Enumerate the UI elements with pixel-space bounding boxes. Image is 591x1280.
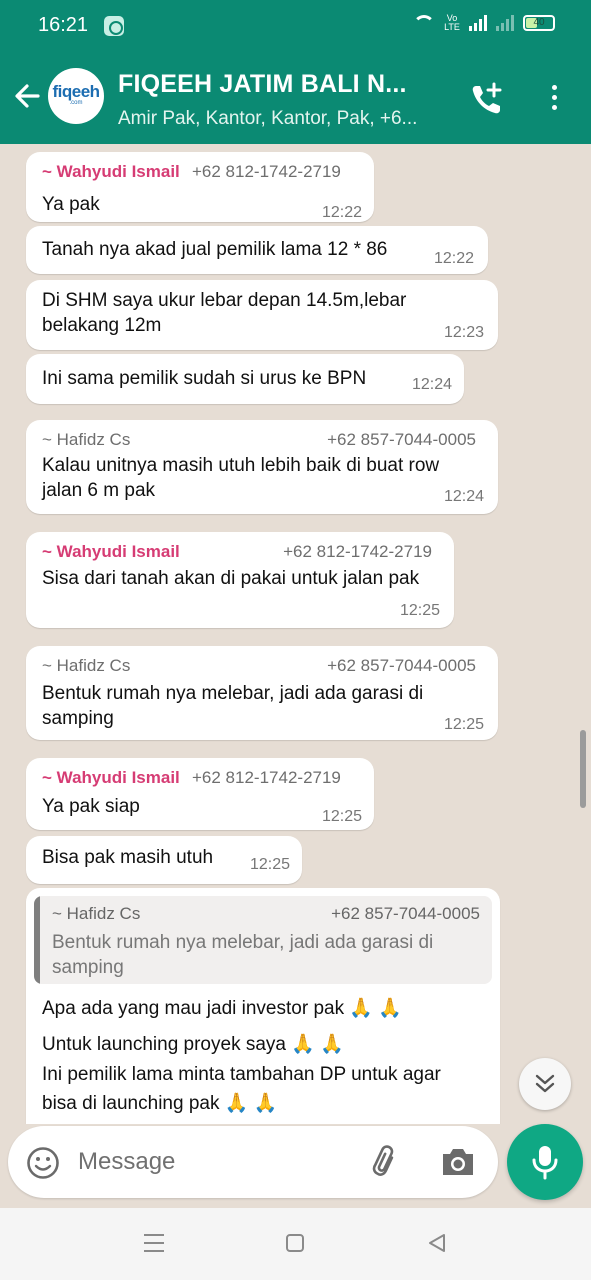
recent-apps-icon[interactable] (144, 1234, 164, 1252)
chat-title[interactable]: FIQEEH JATIM BALI N... (118, 70, 448, 99)
status-time: 16:21 (38, 14, 89, 36)
message-text: Tanah nya akad jual pemilik lama 12 * 86 (42, 239, 388, 260)
paperclip-icon[interactable] (368, 1144, 404, 1180)
message-text: Bentuk rumah nya melebar, jadi ada garas… (42, 683, 424, 704)
group-avatar[interactable]: fiqeeh .com (48, 68, 104, 124)
message-text: Ya pak (42, 194, 100, 215)
message-bubble[interactable]: Di SHM saya ukur lebar depan 14.5m,lebar… (26, 280, 498, 350)
message-sender[interactable]: ~ Wahyudi Ismail (42, 162, 180, 182)
wifi-icon (413, 15, 435, 31)
signal-icon (469, 15, 487, 31)
message-time: 12:22 (321, 204, 362, 221)
message-input[interactable] (78, 1144, 348, 1180)
message-time: 12:25 (321, 808, 362, 825)
signal-icon-sim2 (496, 15, 514, 31)
message-text: Bisa pak masih utuh (42, 847, 214, 868)
add-call-icon[interactable] (468, 80, 506, 118)
scroll-to-bottom-button[interactable] (519, 1058, 571, 1110)
status-bar: 16:21 Vo LTE 40 (0, 0, 591, 52)
message-bubble[interactable]: ~ Hafidz Cs +62 857-7044-0005 Kalau unit… (26, 420, 498, 514)
system-nav-bar (0, 1208, 591, 1280)
chat-participants[interactable]: Amir Pak, Kantor, Kantor, Pak, +6... (118, 108, 448, 130)
message-text: jalan 6 m pak (42, 480, 156, 501)
volte-indicator: Vo LTE (444, 13, 460, 32)
quoted-message[interactable]: ~ Hafidz Cs +62 857-7044-0005 Bentuk rum… (34, 896, 492, 984)
message-sender[interactable]: ~ Hafidz Cs (42, 656, 130, 676)
quoted-sender-phone: +62 857-7044-0005 (331, 904, 480, 923)
chat-header[interactable]: fiqeeh .com FIQEEH JATIM BALI N... Amir … (0, 52, 591, 144)
battery-level: 40 (533, 17, 545, 28)
message-time: 12:25 (249, 856, 290, 873)
scrollbar[interactable] (580, 730, 586, 808)
reply-message-bubble[interactable]: ~ Hafidz Cs +62 857-7044-0005 Bentuk rum… (26, 888, 500, 1124)
battery-icon: 40 (523, 15, 555, 31)
message-bubble[interactable]: ~ Wahyudi Ismail +62 812-1742-2719 Sisa … (26, 532, 454, 628)
message-bubble[interactable]: ~ Hafidz Cs +62 857-7044-0005 Bentuk rum… (26, 646, 498, 740)
message-time: 12:24 (411, 376, 452, 393)
message-sender-phone[interactable]: +62 857-7044-0005 (327, 430, 476, 450)
message-text: Di SHM saya ukur lebar depan 14.5m,lebar (42, 290, 407, 311)
camera-icon[interactable] (440, 1146, 476, 1178)
back-arrow-icon[interactable] (12, 78, 42, 114)
message-sender[interactable]: ~ Wahyudi Ismail (42, 768, 180, 788)
home-icon[interactable] (286, 1234, 304, 1252)
quote-accent-bar (34, 896, 40, 984)
message-text: Apa ada yang mau jadi investor pak 🙏 🙏 (42, 998, 402, 1019)
message-bubble[interactable]: Tanah nya akad jual pemilik lama 12 * 86… (26, 226, 488, 274)
message-text: Ini sama pemilik sudah si urus ke BPN (42, 368, 367, 389)
message-text: Ya pak siap (42, 796, 140, 817)
notification-icon (104, 16, 124, 36)
message-composer[interactable] (8, 1126, 498, 1198)
quoted-text-line: Bentuk rumah nya melebar, jadi ada garas… (52, 932, 434, 953)
avatar-logo-text: fiqeeh (52, 82, 100, 101)
message-text: Kalau unitnya masih utuh lebih baik di b… (42, 455, 440, 476)
message-sender-phone[interactable]: +62 857-7044-0005 (327, 656, 476, 676)
message-sender[interactable]: ~ Wahyudi Ismail (42, 542, 180, 562)
message-time: 12:23 (443, 324, 484, 341)
message-text: Ini pemilik lama minta tambahan DP untuk… (42, 1064, 441, 1085)
message-time: 12:25 (443, 716, 484, 733)
double-chevron-down-icon (535, 1074, 555, 1093)
message-text: belakang 12m (42, 315, 162, 336)
message-bubble[interactable]: ~ Wahyudi Ismail +62 812-1742-2719 Ya pa… (26, 152, 374, 222)
message-time: 12:25 (399, 602, 440, 619)
quoted-sender: ~ Hafidz Cs (52, 904, 141, 923)
message-sender[interactable]: ~ Hafidz Cs (42, 430, 130, 450)
microphone-button[interactable] (507, 1124, 583, 1200)
quoted-text-line: samping (52, 957, 124, 978)
message-text: bisa di launching pak 🙏 🙏 (42, 1093, 278, 1114)
message-text: samping (42, 708, 114, 729)
message-sender-phone[interactable]: +62 812-1742-2719 (192, 162, 341, 182)
message-text: Sisa dari tanah akan di pakai untuk jala… (42, 568, 420, 589)
more-vert-icon[interactable] (544, 82, 564, 114)
quoted-text: Bentuk rumah nya melebar, jadi ada garas… (52, 930, 472, 980)
app-bar: 16:21 Vo LTE 40 fiqeeh .com FIQEEH JATIM… (0, 0, 591, 144)
message-time: 12:24 (443, 488, 484, 505)
message-text: Untuk launching proyek saya 🙏 🙏 (42, 1034, 344, 1055)
message-bubble[interactable]: Ini sama pemilik sudah si urus ke BPN 12… (26, 354, 464, 404)
message-time: 12:22 (433, 250, 474, 267)
message-list[interactable]: ~ Wahyudi Ismail +62 812-1742-2719 Ya pa… (0, 144, 591, 1124)
emoji-icon[interactable] (26, 1146, 60, 1180)
microphone-icon (532, 1146, 558, 1180)
message-sender-phone[interactable]: +62 812-1742-2719 (192, 768, 341, 788)
avatar-logo-sub: .com (69, 100, 83, 106)
message-bubble[interactable]: Bisa pak masih utuh 12:25 (26, 836, 302, 884)
message-sender-phone[interactable]: +62 812-1742-2719 (283, 542, 432, 562)
nav-back-icon[interactable] (426, 1232, 448, 1254)
message-bubble[interactable]: ~ Wahyudi Ismail +62 812-1742-2719 Ya pa… (26, 758, 374, 830)
